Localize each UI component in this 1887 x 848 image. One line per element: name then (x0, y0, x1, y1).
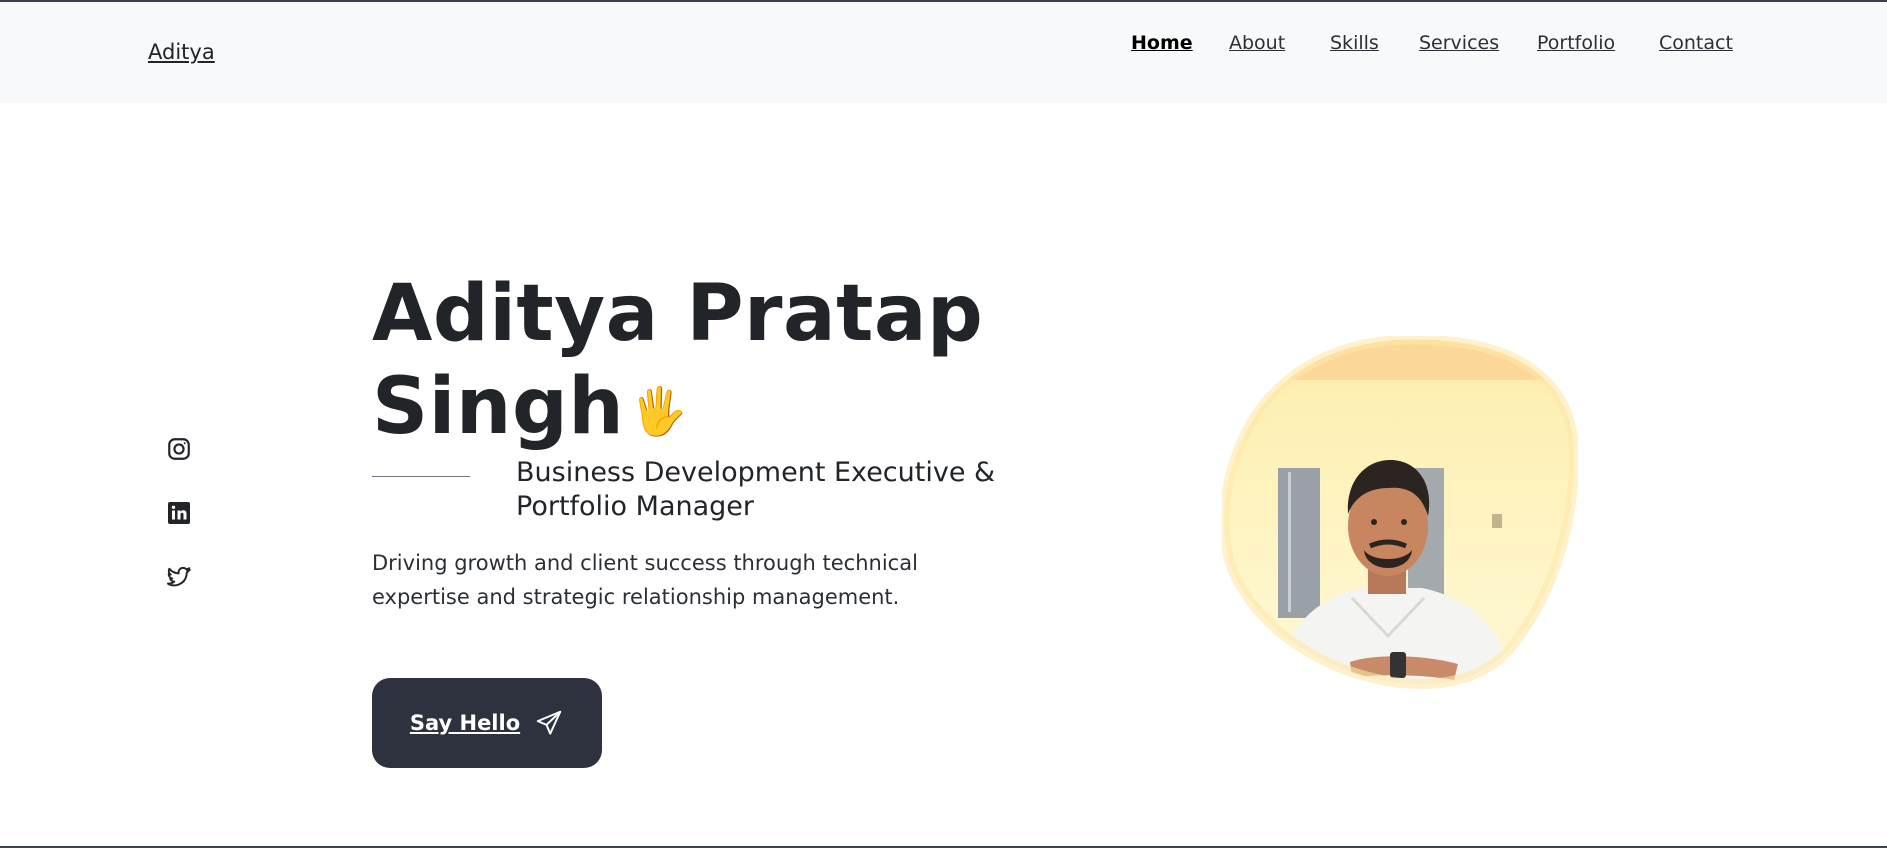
say-hello-button[interactable]: Say Hello (372, 678, 602, 768)
nav-home[interactable]: Home (1131, 32, 1193, 54)
instagram-icon (168, 438, 190, 460)
hero-name: Aditya Pratap Singh 🖐 (372, 268, 983, 458)
nav-about[interactable]: About (1229, 32, 1285, 54)
nav-services[interactable]: Services (1419, 32, 1499, 54)
hero-description: Driving growth and client success throug… (372, 551, 918, 609)
twitter-icon (166, 566, 191, 587)
wave-emoji: 🖐 (630, 384, 689, 439)
site-header: Aditya Home About Skills Services Portfo… (0, 2, 1887, 103)
hero-subtitle: Business Development Executive & Portfol… (516, 457, 996, 522)
send-icon (536, 710, 562, 735)
nav-portfolio[interactable]: Portfolio (1537, 32, 1615, 54)
profile-avatar (1219, 334, 1580, 690)
linkedin-icon (168, 502, 190, 524)
linkedin-link[interactable] (164, 498, 194, 528)
subtitle-divider (372, 476, 470, 477)
profile-photo (1219, 334, 1580, 689)
nav-skills[interactable]: Skills (1330, 32, 1379, 54)
main-nav: Home About Skills Services Portfolio Con… (0, 32, 1887, 62)
hero-name-line2: Singh (372, 362, 625, 452)
instagram-link[interactable] (164, 434, 194, 464)
twitter-link[interactable] (164, 562, 194, 592)
say-hello-label: Say Hello (409, 711, 521, 735)
nav-contact[interactable]: Contact (1659, 32, 1733, 54)
hero-name-line1: Aditya Pratap (372, 269, 984, 359)
